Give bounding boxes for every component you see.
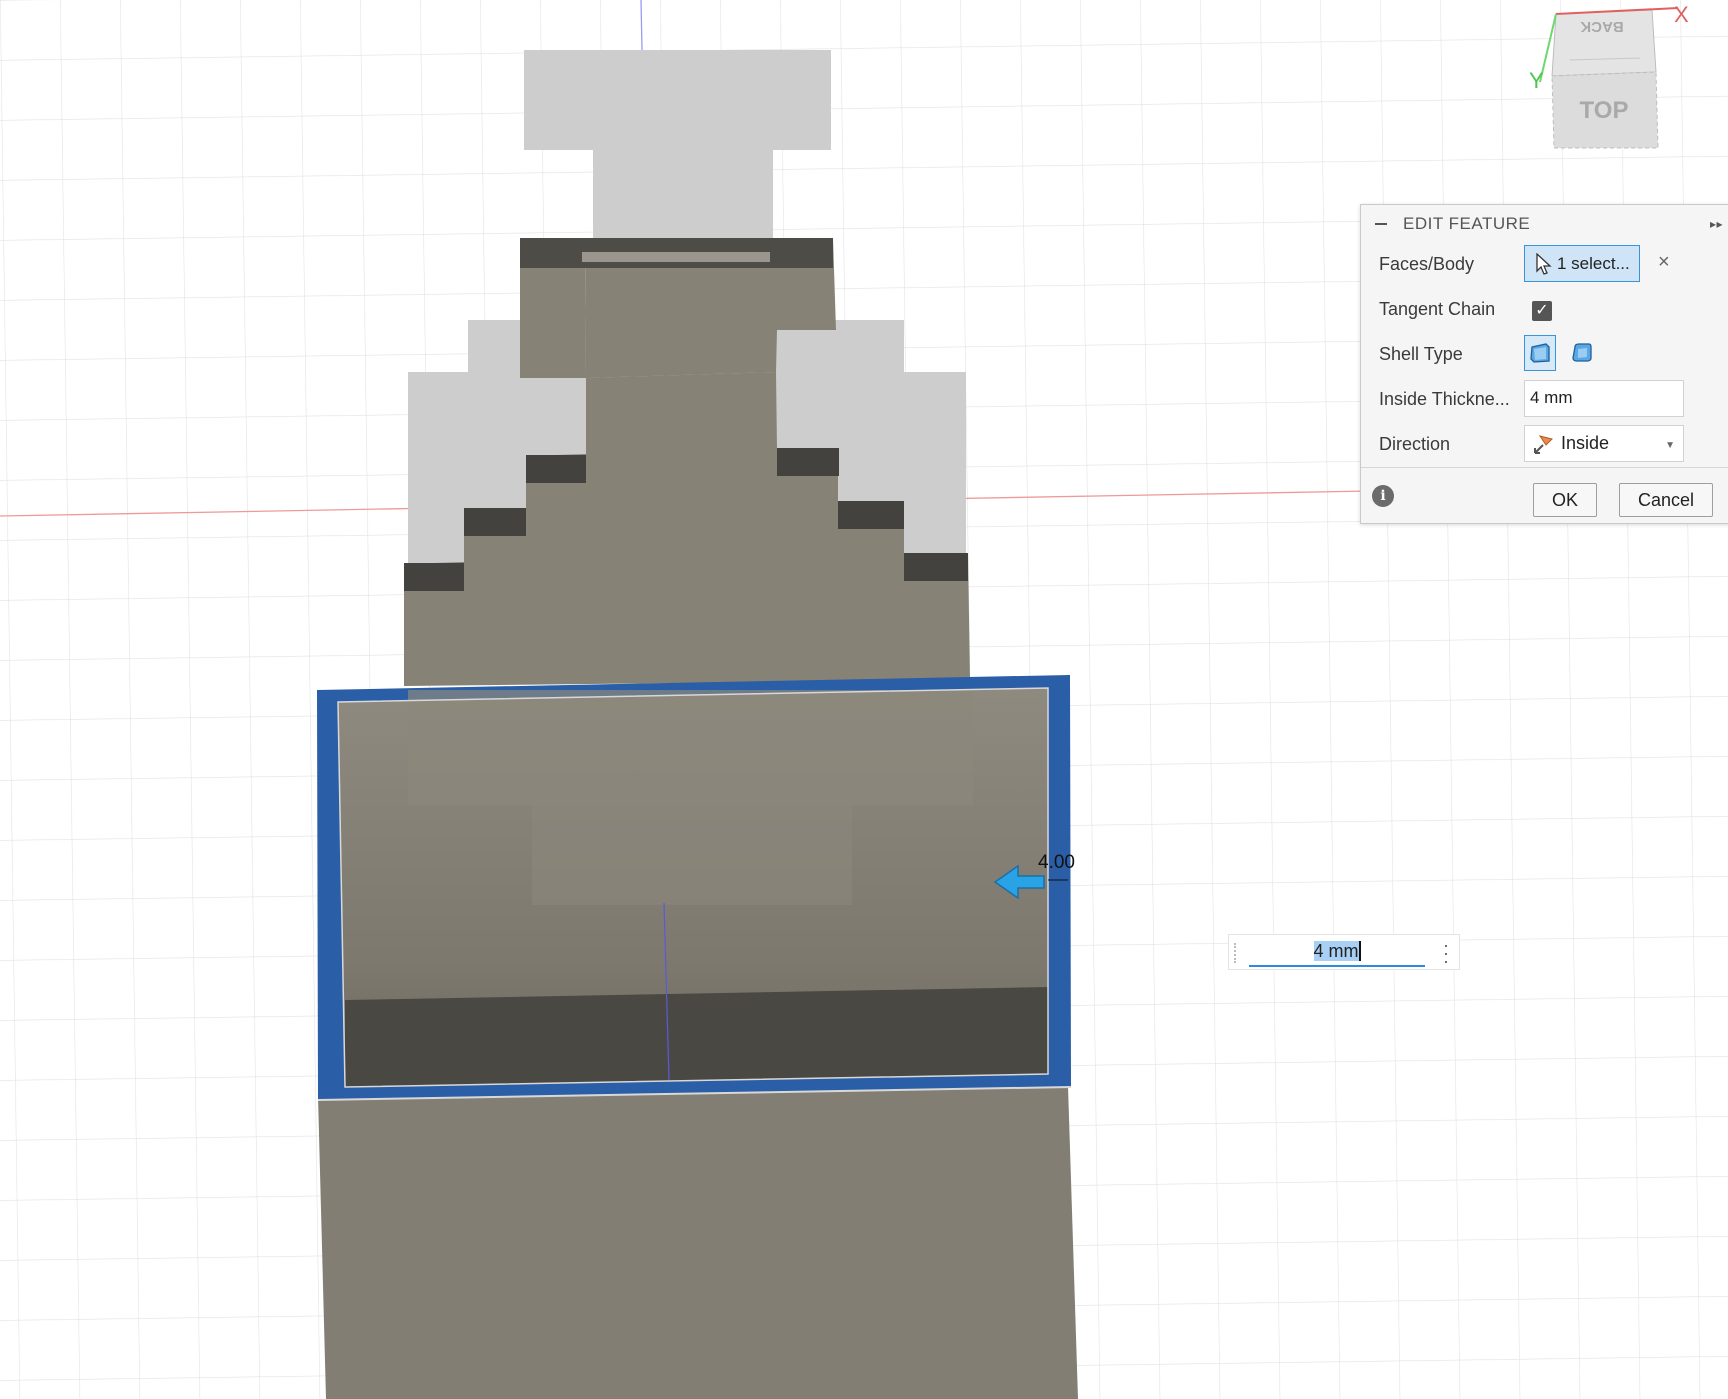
selected-shell-face[interactable] <box>317 675 1072 1101</box>
viewcube-back-label[interactable]: BACK <box>1580 18 1623 35</box>
faces-body-value: 1 select... <box>1557 253 1630 273</box>
expand-arrows-icon[interactable]: ▸▸ <box>1710 217 1723 231</box>
drag-grip-icon[interactable] <box>1234 943 1242 963</box>
clear-selection-icon[interactable]: × <box>1658 251 1670 274</box>
more-options-icon[interactable]: · · · <box>1443 936 1449 970</box>
direction-inside-icon <box>1534 434 1553 454</box>
direction-value: Inside <box>1561 433 1610 453</box>
chevron-down-icon: ▼ <box>1665 440 1675 451</box>
viewcube-top-label[interactable]: TOP <box>1580 97 1629 124</box>
panel-title: EDIT FEATURE <box>1403 214 1531 233</box>
info-icon[interactable]: i <box>1372 485 1394 507</box>
inside-thickness-label: Inside Thickne... <box>1379 389 1510 409</box>
shell-sharp-icon <box>1530 343 1550 363</box>
viewcube-axis-x: X <box>1674 2 1689 27</box>
thickness-dimension-label: 4.00 <box>1038 852 1075 873</box>
cancel-button[interactable]: Cancel <box>1619 483 1713 517</box>
faces-body-label: Faces/Body <box>1379 254 1475 274</box>
cursor-arrow-icon <box>1536 252 1552 275</box>
floating-thickness-value[interactable]: 4 mm <box>1313 941 1359 961</box>
floating-thickness-field[interactable]: 4 mm <box>1249 939 1425 967</box>
viewcube-axis-y: Y <box>1529 68 1544 93</box>
faces-body-select-button[interactable]: 1 select... <box>1524 245 1640 282</box>
direction-label: Direction <box>1379 434 1451 454</box>
text-caret <box>1358 941 1361 961</box>
shell-type-rounded-button[interactable] <box>1566 335 1598 371</box>
shell-type-label: Shell Type <box>1379 344 1463 364</box>
collapse-icon[interactable] <box>1375 223 1387 225</box>
shell-rounded-icon <box>1572 343 1592 362</box>
inside-thickness-input[interactable]: 4 mm <box>1524 380 1684 417</box>
floating-thickness-input[interactable]: 4 mm · · · <box>1228 934 1460 970</box>
tangent-chain-label: Tangent Chain <box>1379 299 1496 319</box>
panel-footer: i OK Cancel <box>1361 467 1728 524</box>
tangent-chain-checkbox[interactable]: ✓ <box>1532 301 1552 321</box>
edit-feature-panel: EDIT FEATURE ▸▸ Faces/Body 1 select... ×… <box>1360 204 1728 524</box>
ok-button[interactable]: OK <box>1533 483 1597 517</box>
panel-header[interactable]: EDIT FEATURE ▸▸ <box>1361 205 1728 243</box>
direction-dropdown[interactable]: Inside ▼ <box>1524 425 1684 462</box>
shell-type-sharp-button[interactable] <box>1524 335 1556 371</box>
